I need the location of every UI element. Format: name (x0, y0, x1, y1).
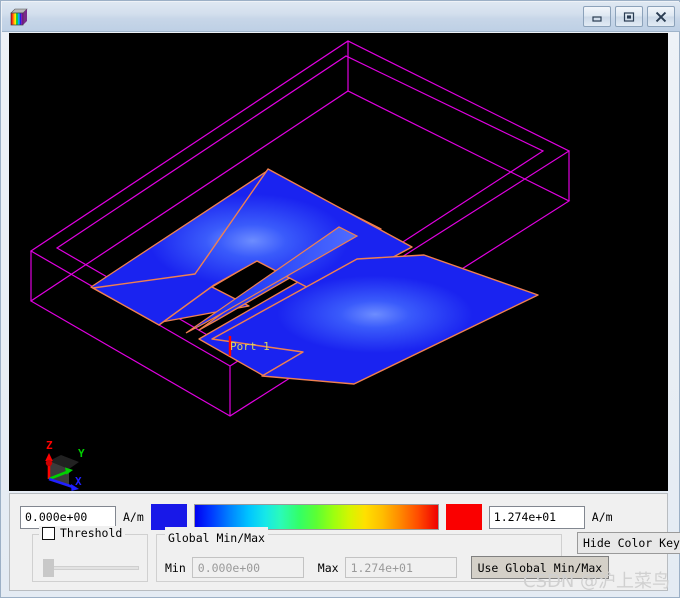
global-max-label: Max (317, 560, 339, 575)
hide-color-key-button[interactable]: Hide Color Key (577, 532, 680, 554)
svg-text:Y: Y (78, 447, 85, 460)
application-window: Port 1 Z Y X 0.000e+00 A/m 1.274e+01 A/m… (0, 0, 680, 598)
slider-thumb[interactable] (43, 559, 54, 577)
axis-triad-gizmo[interactable]: Z Y X (33, 435, 95, 491)
global-minmax-title: Global Min/Max (168, 531, 265, 545)
threshold-header: Threshold (39, 526, 126, 540)
use-global-minmax-button[interactable]: Use Global Min/Max (470, 556, 610, 579)
global-minmax-header: Global Min/Max (165, 527, 268, 546)
global-min-field: 0.000e+00 (191, 557, 304, 578)
slider-track (49, 566, 139, 570)
title-bar[interactable] (2, 2, 680, 32)
3d-viewport[interactable]: Port 1 Z Y X (9, 33, 668, 491)
global-minmax-row: Min 0.000e+00 Max 1.274e+01 Use Global M… (165, 556, 610, 579)
max-unit-label: A/m (591, 510, 613, 524)
color-key-panel: 0.000e+00 A/m 1.274e+01 A/m Threshold Gl… (9, 493, 680, 591)
global-minmax-group: Global Min/Max Min 0.000e+00 Max 1.274e+… (156, 527, 610, 582)
port-label: Port 1 (230, 340, 270, 353)
global-max-field: 1.274e+01 (344, 557, 457, 578)
close-button[interactable] (647, 6, 675, 27)
svg-text:X: X (75, 475, 82, 488)
minimize-button[interactable] (583, 6, 611, 27)
max-color-swatch[interactable] (445, 504, 482, 530)
antenna-model-render (29, 40, 571, 417)
svg-text:Z: Z (46, 439, 53, 452)
min-unit-label: A/m (123, 510, 144, 524)
max-value-input[interactable]: 1.274e+01 (488, 505, 585, 529)
window-controls (583, 6, 675, 27)
maximize-button[interactable] (615, 6, 643, 27)
threshold-slider[interactable] (43, 559, 139, 577)
threshold-label: Threshold (60, 526, 123, 540)
global-min-label: Min (165, 560, 186, 575)
rainbow-cube-icon (9, 8, 28, 27)
threshold-checkbox[interactable] (42, 526, 55, 540)
threshold-group: Threshold (32, 526, 148, 582)
